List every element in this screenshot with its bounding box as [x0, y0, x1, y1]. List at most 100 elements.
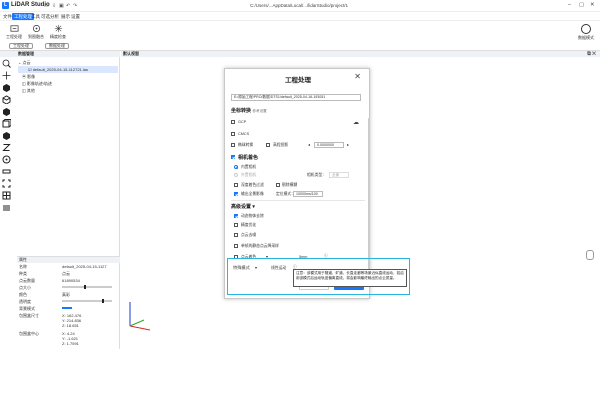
accuracy-optimize-label: 精度优化	[241, 223, 257, 227]
opacity-slider[interactable]	[62, 299, 112, 303]
external-camera-radio[interactable]	[234, 173, 238, 177]
camera-type-label: 相机类型：	[307, 173, 326, 177]
coord-title: 坐标转换	[231, 108, 252, 114]
ellipsoid-checkbox[interactable]	[231, 143, 235, 147]
gcp-label: GCP	[238, 120, 247, 124]
download-icon[interactable]: ⇩	[52, 3, 56, 9]
cube-iso-icon[interactable]	[2, 119, 12, 128]
maximize-icon[interactable]: ▢	[579, 2, 584, 8]
menu-file[interactable]: 文件	[3, 14, 12, 20]
title-bar: L LiDAR Studio ▭ ⇩ ▣ ↶ ↷ C:/Users/...App…	[0, 0, 600, 12]
viewport-title-text: 默认视窗	[123, 51, 139, 56]
denoise-checkbox[interactable]	[234, 233, 238, 237]
accuracy-check-button[interactable]: 精度检查	[47, 24, 69, 40]
tree-item-pointcloud[interactable]: ⌄ 点云	[18, 59, 118, 66]
menu-analysis[interactable]: 可选分析	[41, 14, 59, 20]
prop-bg-mode[interactable]: 背景模式	[17, 305, 120, 312]
menu-settings[interactable]: 设置	[71, 14, 80, 20]
fullscreen-icon[interactable]	[2, 179, 11, 188]
prop-bbox-center: 包围盒中心 X: 4.24 Y: -1.621 Z: 1.7591	[17, 330, 120, 348]
save-icon[interactable]: ▣	[59, 3, 64, 9]
cmcs-checkbox[interactable]	[231, 132, 235, 136]
plus-icon[interactable]: ▸	[347, 142, 349, 147]
tree-item-las-file[interactable]: ☑ default_2025-04-15-112721.las	[18, 66, 118, 73]
section-divider	[231, 200, 365, 201]
app-logo: L	[2, 2, 9, 9]
prop-key: 点云数量	[19, 278, 35, 283]
data-pill[interactable]: 数据处理	[45, 43, 69, 49]
prop-key: 种类	[19, 271, 27, 276]
camera-type-select[interactable]: 全景	[329, 172, 349, 178]
tree-label: 点云	[22, 60, 31, 65]
prop-value: default_2025-04-15-1127	[62, 264, 107, 269]
cube-front-icon[interactable]	[2, 83, 11, 92]
output-panorama-label: 输出全景影像	[241, 192, 264, 196]
dialog-close-icon[interactable]: ✕	[354, 72, 361, 81]
cube-top-icon[interactable]	[2, 95, 11, 105]
viewport-title: 默认视窗 ⧉ ✕	[121, 51, 600, 57]
elevation-value-input[interactable]: 0.0000000	[314, 142, 344, 148]
output-panorama-checkbox[interactable]	[234, 192, 238, 196]
prop-bbox-size: 包围盒尺寸 X: 162.476 Y: 214.836 Z: 18.651	[17, 312, 120, 330]
dynamic-removal-checkbox[interactable]	[234, 214, 238, 218]
prop-point-size[interactable]: 点大小	[17, 284, 120, 291]
close-icon[interactable]: ✕	[590, 2, 595, 8]
cube-back-icon[interactable]	[2, 131, 11, 140]
map-fusion-label: 到图融合	[28, 34, 44, 39]
project-path-field[interactable]: E:/原始工程/PRO/数据/DTS1/default_2025-04-16-1…	[231, 94, 361, 101]
project-process-button[interactable]: 工程处理	[3, 24, 25, 40]
project-process-label: 工程处理	[6, 34, 22, 39]
prop-value: X: 4.24 Y: -1.621 Z: 1.7591	[62, 331, 79, 346]
minus-icon[interactable]: ◂	[308, 142, 310, 147]
grid-icon[interactable]	[2, 191, 11, 200]
tree-item-other[interactable]: ◫ 其他	[18, 87, 118, 94]
project-pill[interactable]: 工程处理	[9, 43, 33, 49]
accuracy-check-label: 精度检查	[50, 34, 66, 39]
denoise-label: 点云去噪	[241, 233, 257, 237]
special-mode-tooltip: 注意：该模式用于隧道、矿道、长直走廊等场景近似直线运动，若启用该模式后运动轨迹偏…	[293, 269, 407, 287]
layers-icon[interactable]	[2, 203, 11, 212]
color-select[interactable]: 真彩	[62, 291, 70, 298]
floating-tool-icon[interactable]	[586, 250, 594, 260]
prop-key: 背景模式	[19, 306, 35, 311]
tree-item-trajectory[interactable]: ◫ 影像轨迹/轨迹	[18, 80, 118, 87]
elevation-checkbox[interactable]	[266, 143, 270, 147]
prop-key: 包围盒尺寸	[19, 313, 39, 318]
redo-icon[interactable]: ↷	[73, 3, 77, 9]
target-icon[interactable]	[2, 155, 11, 164]
camera-color-checkbox[interactable]	[231, 155, 235, 159]
menu-display[interactable]: 展示	[61, 14, 70, 20]
advanced-section-title[interactable]: 高级设置 ▾	[231, 203, 255, 210]
prop-type: 种类 点云	[17, 270, 120, 277]
point-size-slider[interactable]	[62, 285, 112, 289]
viewport-window-icons[interactable]: ⧉ ✕	[587, 51, 596, 57]
prop-color[interactable]: 颜色 真彩	[17, 291, 120, 298]
undo-icon[interactable]: ↶	[66, 3, 70, 9]
measure-icon[interactable]	[2, 167, 11, 176]
cmcs-label: CMCS	[238, 132, 250, 136]
tree-label: default_2025-04-15-112721.las	[32, 67, 89, 72]
z-axis-icon[interactable]	[2, 143, 11, 152]
tree-item-images[interactable]: ▣ 影像	[18, 73, 118, 80]
map-fusion-button[interactable]: 到图融合	[25, 24, 47, 40]
bg-mode-slider[interactable]	[62, 307, 72, 309]
remove-blur-checkbox[interactable]	[276, 183, 280, 187]
menu-tools[interactable]: 工具	[31, 14, 40, 20]
depth-filter-checkbox[interactable]	[234, 183, 238, 187]
user-box[interactable]: 数据模式	[578, 24, 594, 41]
static-downsample-checkbox[interactable]	[234, 244, 238, 248]
side-toolbar	[2, 59, 14, 215]
cube-side-icon[interactable]	[2, 107, 11, 116]
internal-camera-radio[interactable]	[234, 165, 238, 169]
pan-icon[interactable]	[2, 71, 11, 80]
advanced-title: 高级设置	[231, 204, 252, 210]
zoom-extent-icon[interactable]	[2, 59, 11, 68]
folder-icon[interactable]: ▭	[44, 3, 49, 9]
minimize-icon[interactable]: –	[568, 2, 571, 8]
upload-icon[interactable]: ☁	[353, 119, 359, 126]
dialog-scrollbar[interactable]	[368, 118, 370, 278]
gcp-checkbox[interactable]	[231, 120, 235, 124]
prop-opacity[interactable]: 透明度	[17, 298, 120, 305]
accuracy-optimize-checkbox[interactable]	[234, 223, 238, 227]
location-mode-select[interactable]: 10000ms/100	[293, 191, 323, 197]
